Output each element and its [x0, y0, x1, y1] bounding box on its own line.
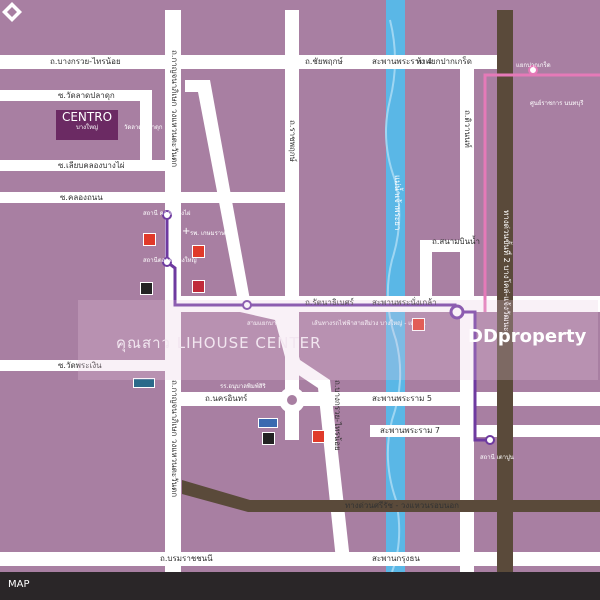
road-label: ถ.นครอินทร์ [205, 394, 248, 403]
station-tao-pun [485, 435, 495, 445]
store-icon [143, 233, 156, 246]
map-canvas: ถ.บางกรวย-ไทรน้อย ถ.ชัยพฤกษ์ ซ.วัดลาดปลา… [0, 0, 600, 600]
watermark-text: คุณสาว LIHOUSE CENTER [116, 334, 322, 352]
road-label: ถ.สนามบินน้ำ [432, 237, 481, 246]
station-label: สถานี เตาปูน [480, 454, 514, 461]
road-label: ถ.บรมราชชนนี [160, 554, 213, 563]
road-label: ถ.บางกรวย-ไทรน้อย [333, 380, 342, 451]
centro-logo: CENTRO บางใหญ่ [56, 110, 118, 140]
place-label: รร.อนุบาลพิมพ์สิริ [220, 383, 266, 390]
hospital-cross-icon: + [182, 226, 191, 237]
road-label: ถ.กาญจนาภิเษก วงแหวนตะวันตก [170, 50, 179, 168]
road-label: ถ.ราชพฤกษ์ [288, 120, 297, 162]
store-icon [262, 432, 275, 445]
bridge-label: สะพานพระราม 7 [380, 426, 440, 435]
brand-logo: DDproperty [468, 326, 587, 347]
station-label: สถานีตลาด บางใหญ่ [143, 257, 197, 264]
station-label: สถานี คลองบางไผ่ [143, 210, 191, 217]
road-label: ทางด่วนศรีรัช - วงแหวนรอบนอก [345, 501, 459, 510]
bridge-label: สะพานกรุงธน [372, 554, 420, 563]
footer-label: MAP [8, 579, 30, 590]
footer-bar: MAP [0, 572, 600, 600]
road-label: ซ.วัดลาดปลาดุก [58, 91, 115, 100]
river-label: แม่น้ำเจ้าพระยา [393, 175, 402, 231]
junction-label: ห้าแยกปากเกร็ด [416, 57, 472, 66]
station-label: แยกปากเกร็ด [516, 62, 551, 69]
place-label: รพ. เกษมราษฎร์ [190, 230, 233, 237]
junction-label: ศูนย์ราชการ นนทบุรี [530, 100, 584, 107]
store-icon [140, 282, 153, 295]
store-icon [192, 245, 205, 258]
store-icon [258, 418, 278, 428]
road-label: ถ.ติวานนท์ [463, 110, 472, 148]
road-label: ถ.ชัยพฤกษ์ [305, 57, 343, 66]
place-label: วัดลาด ปลาดุก [124, 124, 163, 131]
bridge-label: สะพานพระราม 5 [372, 394, 432, 403]
store-icon [192, 280, 205, 293]
road-label: ถ.กาญจนาภิเษก วงแหวนตะวันตก [170, 380, 179, 498]
road-label: ถ.บางกรวย-ไทรน้อย [50, 57, 121, 66]
store-icon [312, 430, 325, 443]
ddproperty-logo-icon [2, 2, 22, 22]
road-label: ซ.เลียบคลองบางไผ่ [58, 161, 125, 170]
road-label: ซ.คลองถนน [60, 193, 103, 202]
